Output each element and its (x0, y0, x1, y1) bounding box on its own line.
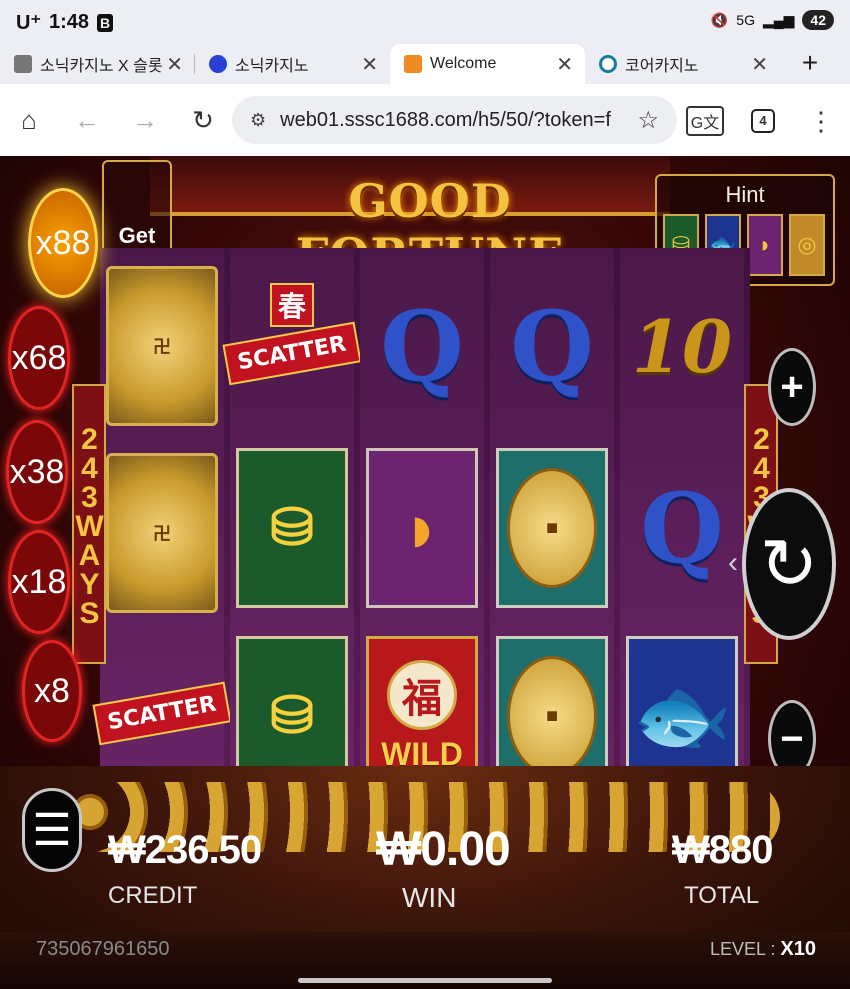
overflow-menu-button[interactable]: ⋮ (792, 92, 850, 150)
coin-icon: ■ (507, 656, 597, 776)
level-label: LEVEL : (710, 939, 776, 959)
win-amount: ₩0.00 (376, 823, 511, 876)
clock: 1:48 (49, 11, 90, 33)
q-symbol: Q (640, 471, 724, 585)
multiplier-x8: x8 (22, 640, 82, 742)
tab-switcher-button[interactable]: 4 (734, 92, 792, 150)
home-button[interactable]: ⌂ (0, 91, 58, 149)
spring-char: 春 (270, 282, 314, 327)
reel-3: Q ◗ 福 WILD (360, 248, 484, 808)
scatter-label: SCATTER (92, 681, 232, 745)
increase-bet-button[interactable]: + (768, 348, 816, 426)
url-text: web01.sssc1688.com/h5/50/?token=f (280, 108, 611, 131)
coin-symbol: 卍 (106, 453, 218, 613)
q-symbol: Q (510, 289, 594, 403)
network-label: 5G (736, 12, 755, 28)
multiplier-x38: x38 (6, 420, 68, 524)
fan-icon: ◗ (747, 214, 783, 276)
coin-symbol: ■ (496, 448, 608, 608)
fortune-char: 福 (387, 659, 457, 730)
close-tab-icon[interactable]: ✕ (556, 52, 573, 77)
reload-button[interactable]: ↻ (174, 91, 232, 149)
reel-1: 卍 卍 SCATTER (92, 248, 232, 808)
close-tab-icon[interactable]: ✕ (166, 52, 183, 77)
translate-icon: G文 (685, 106, 725, 136)
tab-label: 소닉카지노 X 슬롯 (40, 58, 163, 75)
game-canvas: GOOD FORTUNE Get More Hint ⛁ 🐟 ◗ ◎ 卍 卍 S… (0, 156, 850, 989)
q-symbol: Q (380, 289, 464, 403)
level-indicator: LEVEL : X10 (710, 938, 816, 961)
translate-button[interactable]: G文 (676, 92, 734, 150)
tab-label: 코어카지노 (625, 58, 699, 75)
cq9-favicon-icon (404, 55, 422, 73)
total-amount: ₩880 (672, 828, 773, 872)
back-button[interactable]: ← (58, 91, 116, 149)
tab-strip: 소닉카지노 X 슬롯 ✕ 소닉카지노 ✕ Welcome ✕ 코어카지노 ✕ + (0, 44, 850, 84)
battery-badge: 42 (802, 10, 834, 30)
win-label: WIN (402, 882, 457, 913)
menu-icon: ☰ (32, 805, 72, 855)
fan-symbol: ◗ (366, 448, 478, 608)
total-label: TOTAL (684, 882, 760, 909)
reel-area: 卍 卍 SCATTER 春 SCATTER ⛁ ⛁ Q ◗ 福 WILD Q ■… (92, 248, 750, 808)
spin-button[interactable]: ↻ (742, 488, 836, 640)
status-bar: U⁺ 1:48 B 🔇 5G ▂▄▆ 42 (0, 0, 850, 44)
address-bar[interactable]: ⚙ web01.sssc1688.com/h5/50/?token=f ☆ (232, 96, 677, 144)
coin-icon: ◎ (789, 214, 825, 276)
scatter-symbol: 春 SCATTER (222, 248, 362, 408)
slot-favicon-icon (14, 55, 32, 73)
sonic-favicon-icon (209, 55, 227, 73)
scatter-label: SCATTER (222, 321, 362, 385)
bookmark-star-icon[interactable]: ☆ (637, 106, 659, 135)
tab-sonic[interactable]: 소닉카지노 ✕ (195, 44, 390, 84)
ways-banner-left: 243WAYS (72, 384, 106, 664)
tab-label: 소닉카지노 (235, 58, 309, 75)
tab-welcome[interactable]: Welcome ✕ (390, 44, 585, 84)
tab-count: 4 (751, 109, 775, 133)
close-tab-icon[interactable]: ✕ (361, 52, 378, 77)
ten-symbol: 10 (631, 303, 733, 389)
credit-amount: ₩236.50 (108, 828, 262, 872)
coin-icon: ■ (507, 468, 597, 588)
signal-icon: ▂▄▆ (762, 11, 795, 28)
app-badge-icon: B (97, 13, 114, 32)
hint-label: Hint (725, 182, 765, 207)
ingot-symbol: ⛁ (236, 448, 348, 608)
tab-sonic-slot[interactable]: 소닉카지노 X 슬롯 ✕ (0, 44, 195, 84)
reel-4: Q ■ ■ (490, 248, 614, 808)
reel-2: 春 SCATTER ⛁ ⛁ (222, 248, 362, 808)
menu-button[interactable]: ☰ (22, 788, 82, 872)
player-id: 735067961650 (36, 938, 170, 960)
credit-label: CREDIT (108, 882, 198, 909)
close-tab-icon[interactable]: ✕ (751, 52, 768, 77)
new-tab-button[interactable]: + (780, 44, 840, 84)
gesture-home-bar[interactable] (298, 978, 552, 983)
core-favicon-icon (599, 55, 617, 73)
multiplier-x88: x88 (28, 188, 98, 298)
tab-label: Welcome (430, 55, 497, 72)
spin-icon: ↻ (759, 525, 819, 603)
tab-core-casino[interactable]: 코어카지노 ✕ (585, 44, 780, 84)
forward-button[interactable]: → (116, 91, 174, 149)
carrier-label: U⁺ (16, 12, 41, 34)
reel-5: 10 Q 🐟 (620, 248, 744, 808)
site-settings-icon[interactable]: ⚙ (250, 110, 266, 131)
coin-symbol: 卍 (106, 266, 218, 426)
browser-toolbar: ⌂ ← → ↻ ⚙ web01.sssc1688.com/h5/50/?toke… (0, 84, 850, 156)
mute-icon: 🔇 (710, 11, 729, 28)
multiplier-x18: x18 (8, 530, 70, 634)
chevron-left-icon: ‹ (728, 546, 738, 579)
level-value: X10 (780, 938, 816, 960)
multiplier-x68: x68 (8, 306, 70, 410)
